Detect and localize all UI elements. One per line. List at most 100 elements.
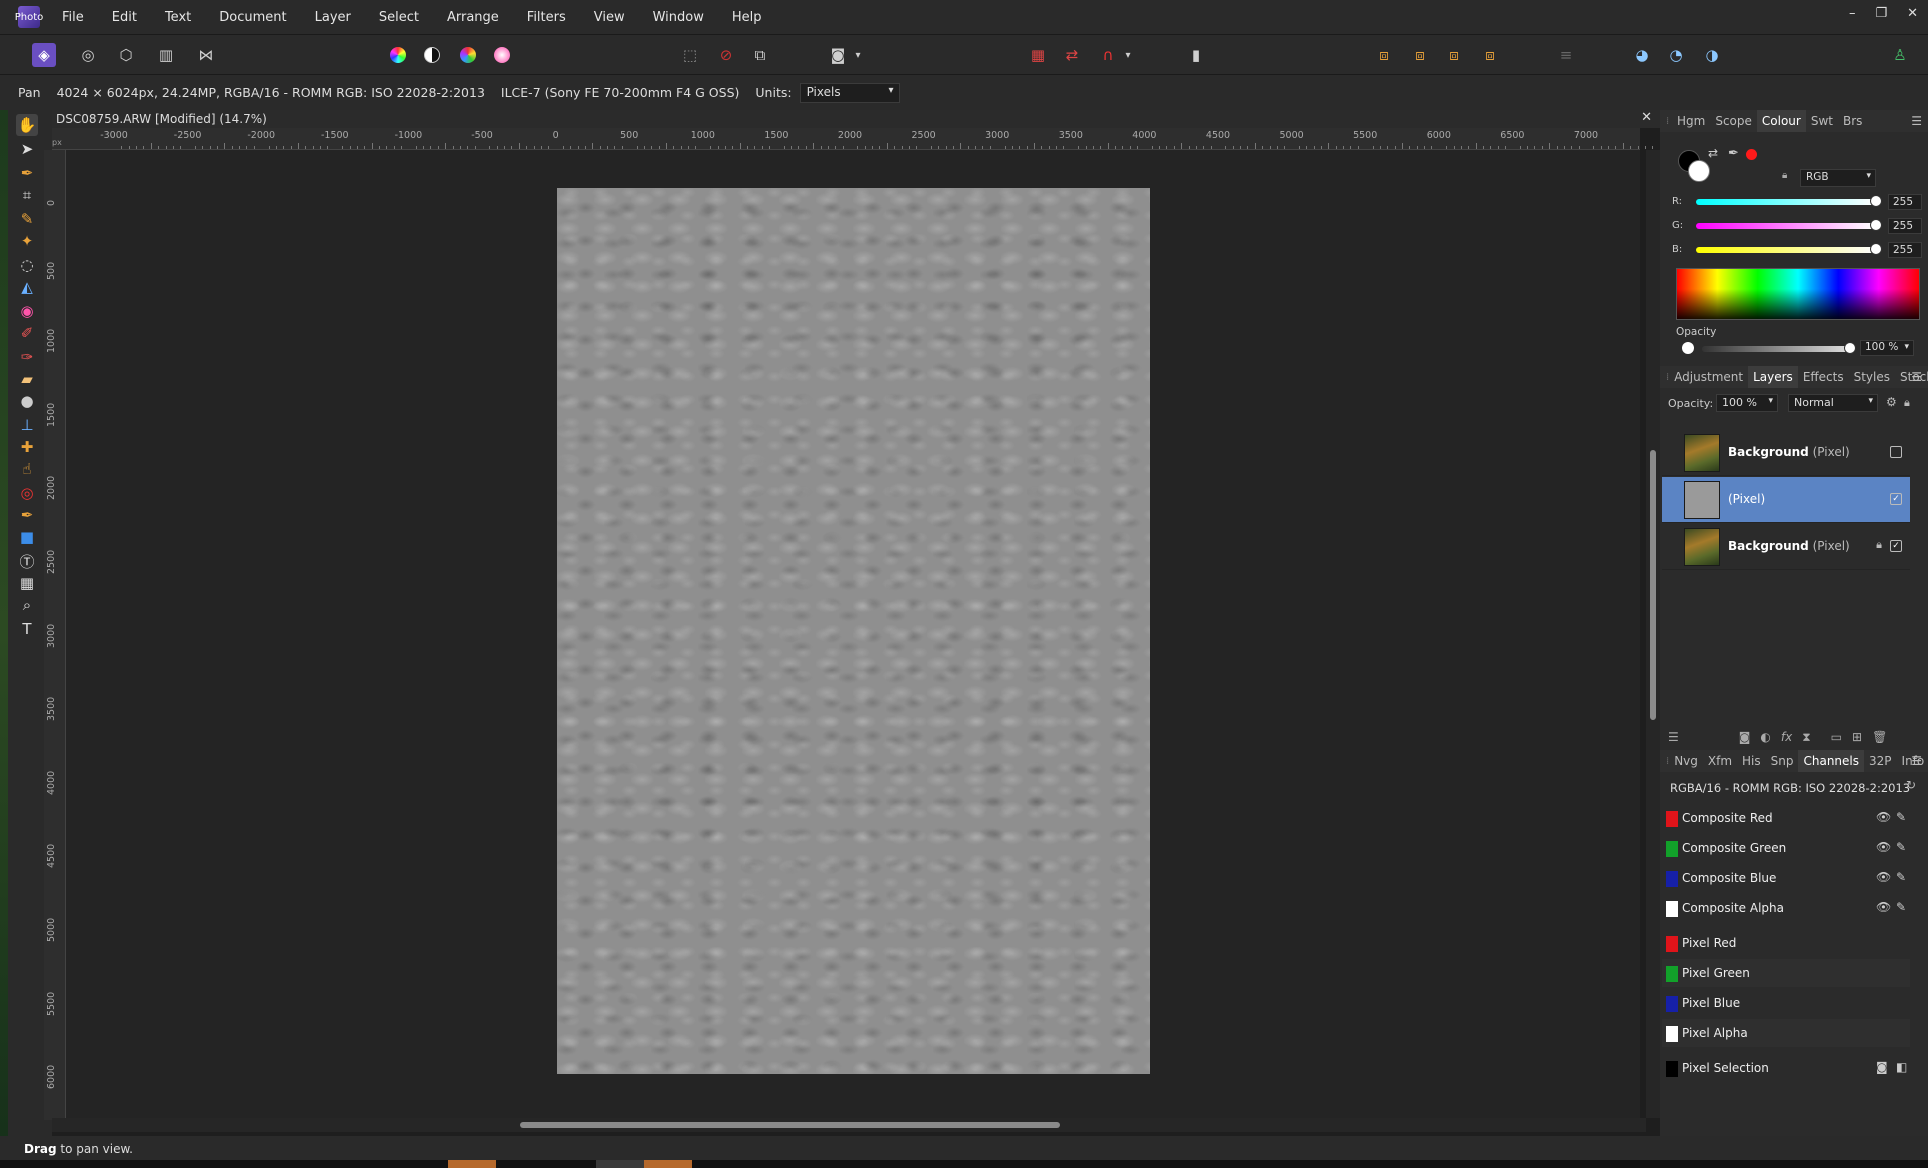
pen-icon[interactable]: ✒ bbox=[16, 504, 38, 526]
smudge-icon[interactable]: ☝ bbox=[16, 458, 38, 480]
refresh-icon[interactable]: ↻ bbox=[1906, 778, 1916, 792]
eye-icon[interactable]: 👁︎ bbox=[1876, 840, 1891, 854]
channel-row[interactable]: Composite Green 👁︎ ✎ bbox=[1662, 834, 1910, 862]
menu-window[interactable]: Window bbox=[639, 10, 718, 25]
layer-visibility-checkbox[interactable]: ✓ bbox=[1890, 540, 1902, 552]
lock-icon[interactable]: 🔒︎ bbox=[1904, 396, 1910, 410]
move-to-front-icon[interactable]: ⧈ bbox=[1478, 43, 1502, 67]
clone-icon[interactable]: ⊥ bbox=[16, 414, 38, 436]
photo-persona-icon[interactable]: ◈ bbox=[32, 43, 56, 67]
taskbar-item[interactable] bbox=[596, 1160, 644, 1168]
menu-select[interactable]: Select bbox=[365, 10, 433, 25]
adjustment-icon[interactable]: ◐ bbox=[1760, 730, 1770, 744]
green-slider[interactable]: G: 255 bbox=[1666, 218, 1924, 234]
layer-visibility-checkbox[interactable] bbox=[1890, 446, 1902, 458]
tab-32p[interactable]: 32P bbox=[1864, 754, 1897, 768]
hand-icon[interactable]: ✋ bbox=[16, 114, 38, 136]
secondary-color-swatch[interactable] bbox=[1688, 160, 1710, 182]
develop-persona-icon[interactable]: ⬡ bbox=[114, 43, 138, 67]
vertical-scrollbar[interactable] bbox=[1646, 150, 1660, 1118]
tab-scope[interactable]: Scope bbox=[1710, 114, 1757, 128]
red-value[interactable]: 255 bbox=[1888, 194, 1922, 210]
document-image[interactable] bbox=[557, 188, 1150, 1074]
crop-icon[interactable]: ⌗ bbox=[16, 184, 38, 206]
scroll-thumb[interactable] bbox=[1650, 450, 1656, 720]
tab-brs[interactable]: Brs bbox=[1838, 114, 1867, 128]
layer-row[interactable]: (Pixel) ✓ bbox=[1662, 477, 1910, 523]
edit-icon[interactable]: ✎ bbox=[1896, 840, 1906, 854]
folder-icon[interactable]: ▭ bbox=[1831, 730, 1842, 744]
tab-colour[interactable]: Colour bbox=[1756, 110, 1806, 132]
menu-text[interactable]: Text bbox=[151, 10, 205, 25]
mask-icon[interactable]: ◙ bbox=[1739, 730, 1751, 744]
layers-stack-icon[interactable]: ☰ bbox=[1668, 730, 1679, 744]
eye-icon[interactable]: 👁︎ bbox=[1876, 810, 1891, 824]
move-forward-icon[interactable]: ⧈ bbox=[1442, 43, 1466, 67]
color-picker-icon[interactable]: ✒ bbox=[16, 162, 38, 184]
flood-select-icon[interactable]: ✦ bbox=[16, 230, 38, 252]
saturation-icon[interactable] bbox=[456, 43, 480, 67]
slider-knob[interactable] bbox=[1870, 195, 1882, 207]
tab-xfm[interactable]: Xfm bbox=[1703, 754, 1737, 768]
channel-row[interactable]: Pixel Red bbox=[1662, 929, 1910, 957]
add-icon[interactable]: ◕ bbox=[1630, 43, 1654, 67]
colour-spectrum[interactable] bbox=[1676, 268, 1920, 320]
slider-knob[interactable] bbox=[1870, 219, 1882, 231]
layer-row[interactable]: Background (Pixel) 🔒︎ ✓ bbox=[1662, 524, 1910, 570]
move-to-back-icon[interactable]: ⧈ bbox=[1372, 43, 1396, 67]
liquify-persona-icon[interactable]: ◎ bbox=[76, 43, 100, 67]
tab-effects[interactable]: Effects bbox=[1798, 370, 1849, 384]
menu-view[interactable]: View bbox=[580, 10, 639, 25]
close-document-icon[interactable]: ✕ bbox=[1641, 110, 1652, 125]
assistant-icon[interactable]: ⇄ bbox=[1060, 43, 1084, 67]
slider-knob[interactable] bbox=[1844, 342, 1856, 354]
lock-icon[interactable]: 🔒︎ bbox=[1782, 170, 1787, 181]
grid-icon[interactable]: ▦ bbox=[1026, 43, 1050, 67]
menu-document[interactable]: Document bbox=[205, 10, 300, 25]
colour-model-dropdown[interactable]: RGB bbox=[1800, 169, 1876, 187]
edit-icon[interactable]: ✎ bbox=[1896, 870, 1906, 884]
invert-selection-icon[interactable]: ⧉ bbox=[748, 43, 772, 67]
tab-layers[interactable]: Layers bbox=[1748, 366, 1798, 388]
tab-styles[interactable]: Styles bbox=[1849, 370, 1895, 384]
opacity-value[interactable]: 100 % bbox=[1860, 340, 1914, 356]
panel-menu-icon[interactable]: ☰ bbox=[1911, 370, 1922, 384]
tab-snp[interactable]: Snp bbox=[1766, 754, 1799, 768]
chevron-down-icon[interactable]: ▾ bbox=[1122, 43, 1134, 67]
channel-row[interactable]: Composite Red 👁︎ ✎ bbox=[1662, 804, 1910, 832]
trash-icon[interactable]: 🗑︎ bbox=[1872, 730, 1887, 744]
gradient-icon[interactable]: ◉ bbox=[16, 300, 38, 322]
menu-file[interactable]: File bbox=[48, 10, 98, 25]
erase-icon[interactable]: ▰ bbox=[16, 368, 38, 390]
close-window-button[interactable]: ✕ bbox=[1907, 6, 1918, 21]
channel-row[interactable]: Pixel Alpha bbox=[1662, 1019, 1910, 1047]
zoom-icon[interactable]: ⌕ bbox=[16, 594, 38, 616]
move-icon[interactable]: ➤ bbox=[16, 138, 38, 160]
lock-icon[interactable]: 🔒︎ bbox=[1876, 538, 1882, 552]
accent-color-swatch[interactable] bbox=[1746, 149, 1757, 160]
channel-row[interactable]: Pixel Green bbox=[1662, 959, 1910, 987]
frame-text-icon[interactable]: Ⓣ bbox=[16, 550, 38, 572]
deselect-icon[interactable]: ⊘ bbox=[714, 43, 738, 67]
paint-brush-icon[interactable]: ✐ bbox=[16, 322, 38, 344]
user-icon[interactable]: ♙ bbox=[1888, 43, 1912, 67]
channel-row[interactable]: Composite Alpha 👁︎ ✎ bbox=[1662, 894, 1910, 922]
opacity-slider[interactable] bbox=[1702, 346, 1848, 352]
contrast-icon[interactable] bbox=[420, 43, 444, 67]
fx-icon[interactable]: fx bbox=[1781, 730, 1792, 744]
paint-mixer-icon[interactable]: ▮ bbox=[1184, 43, 1208, 67]
menu-arrange[interactable]: Arrange bbox=[433, 10, 513, 25]
green-value[interactable]: 255 bbox=[1888, 218, 1922, 234]
panel-menu-icon[interactable]: ☰ bbox=[1911, 754, 1922, 768]
blue-slider[interactable]: B: 255 bbox=[1666, 242, 1924, 258]
units-dropdown[interactable]: Pixels bbox=[799, 82, 900, 103]
taskbar-item[interactable] bbox=[644, 1160, 692, 1168]
subtract-icon[interactable]: ◔ bbox=[1664, 43, 1688, 67]
artistic-text-icon[interactable]: T bbox=[16, 618, 38, 640]
snap-magnet-icon[interactable]: ∩ bbox=[1096, 43, 1120, 67]
scroll-thumb[interactable] bbox=[520, 1122, 1060, 1128]
healing-icon[interactable]: ✚ bbox=[16, 436, 38, 458]
mask-icon[interactable]: ◙ bbox=[1876, 1060, 1888, 1074]
minimize-button[interactable]: – bbox=[1849, 6, 1856, 21]
gear-icon[interactable]: ⚙ bbox=[1886, 395, 1897, 409]
